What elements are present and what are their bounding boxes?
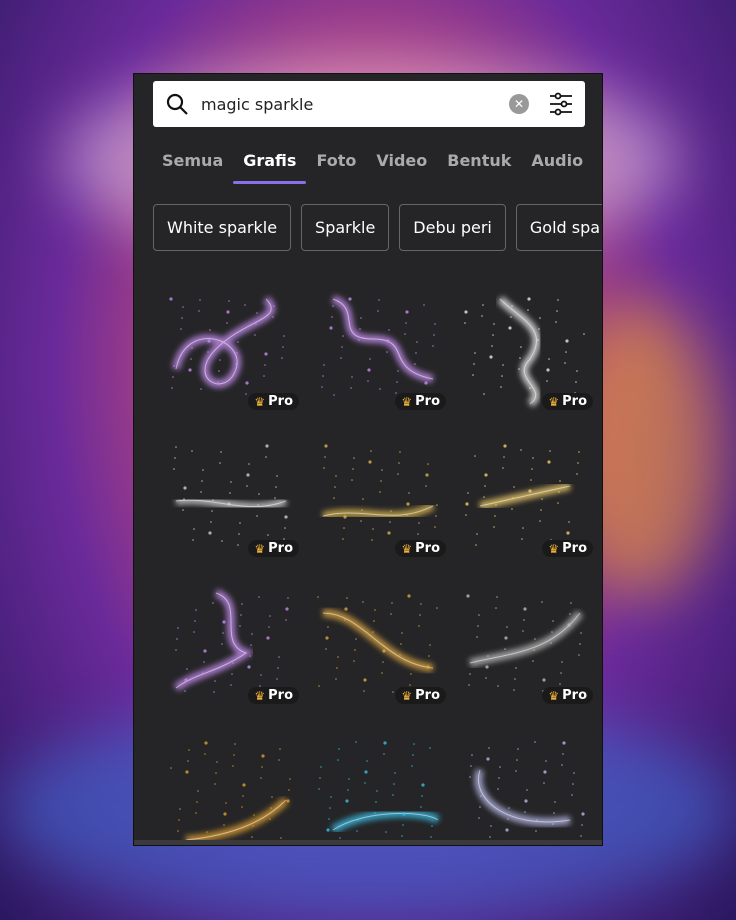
pro-badge: ♛ Pro <box>542 540 593 557</box>
suggestion-chip[interactable]: Sparkle <box>301 204 390 251</box>
pro-badge: ♛ Pro <box>542 687 593 704</box>
result-white-sparkle-trail[interactable]: ♛ Pro <box>450 279 597 426</box>
tab-bentuk[interactable]: Bentuk <box>447 151 511 184</box>
result-white-dust[interactable]: ♛ Pro <box>156 426 303 573</box>
pro-label: Pro <box>415 394 440 409</box>
tab-semua[interactable]: Semua <box>162 151 223 184</box>
pro-badge: ♛ Pro <box>395 687 446 704</box>
search-icon[interactable] <box>165 92 189 116</box>
result-gold-stars[interactable]: ♛ Pro <box>450 426 597 573</box>
suggestion-chip[interactable]: Debu peri <box>399 204 506 251</box>
crown-icon: ♛ <box>401 394 413 409</box>
suggestion-chip[interactable]: White sparkle <box>153 204 292 251</box>
results-grid: ♛ Pro ♛ Pro ♛ Pro ♛ Pro ♛ Pro ♛ Pro ♛ Pro ♛ Pro ♛ Pro <box>156 279 597 845</box>
pro-label: Pro <box>415 541 440 556</box>
tab-foto[interactable]: Foto <box>316 151 356 184</box>
pro-badge: ♛ Pro <box>395 540 446 557</box>
crown-icon: ♛ <box>254 394 266 409</box>
sliders-icon[interactable] <box>549 92 573 116</box>
result-purple-ribbon[interactable]: ♛ Pro <box>303 279 450 426</box>
category-tabs: SemuaGrafisFotoVideoBentukAudio› <box>162 151 602 184</box>
result-purple-curl[interactable]: ♛ Pro <box>156 573 303 720</box>
search-panel: ✕ SemuaGrafisFotoVideoBentukAudio› White… <box>133 73 603 846</box>
result-gold-wave[interactable]: ♛ Pro <box>303 573 450 720</box>
pro-badge: ♛ Pro <box>248 687 299 704</box>
pro-label: Pro <box>415 688 440 703</box>
pro-label: Pro <box>268 541 293 556</box>
crown-icon: ♛ <box>401 688 413 703</box>
result-gold-dust[interactable]: ♛ Pro <box>303 426 450 573</box>
result-lavender-smoke[interactable] <box>450 720 597 845</box>
result-blue-ring[interactable] <box>303 720 450 845</box>
crown-icon: ♛ <box>548 394 560 409</box>
tab-grafis[interactable]: Grafis <box>233 151 307 184</box>
crown-icon: ♛ <box>548 541 560 556</box>
result-purple-swirl[interactable]: ♛ Pro <box>156 279 303 426</box>
tab-audio[interactable]: Audio <box>531 151 583 184</box>
pro-label: Pro <box>268 688 293 703</box>
sparkle-graphic <box>469 741 585 838</box>
pro-badge: ♛ Pro <box>248 540 299 557</box>
tab-video[interactable]: Video <box>376 151 427 184</box>
crown-icon: ♛ <box>548 688 560 703</box>
crown-icon: ♛ <box>401 541 413 556</box>
result-gold-trail[interactable] <box>156 720 303 845</box>
crown-icon: ♛ <box>254 688 266 703</box>
search-bar: ✕ <box>153 81 585 127</box>
pro-badge: ♛ Pro <box>248 393 299 410</box>
search-input[interactable] <box>201 94 509 114</box>
scrollbar[interactable] <box>134 840 602 845</box>
sparkle-graphic <box>318 741 441 839</box>
pro-label: Pro <box>562 541 587 556</box>
pro-label: Pro <box>268 394 293 409</box>
clear-search-icon[interactable]: ✕ <box>509 94 529 114</box>
pro-badge: ♛ Pro <box>542 393 593 410</box>
suggestion-chip[interactable]: Gold spa <box>515 204 602 251</box>
suggestion-chips: White sparkle Sparkle Debu peri Gold spa <box>153 204 602 251</box>
pro-label: Pro <box>562 688 587 703</box>
crown-icon: ♛ <box>254 541 266 556</box>
pro-badge: ♛ Pro <box>395 393 446 410</box>
pro-label: Pro <box>562 394 587 409</box>
sparkle-graphic <box>170 741 291 844</box>
result-silver-dust-arc[interactable]: ♛ Pro <box>450 573 597 720</box>
